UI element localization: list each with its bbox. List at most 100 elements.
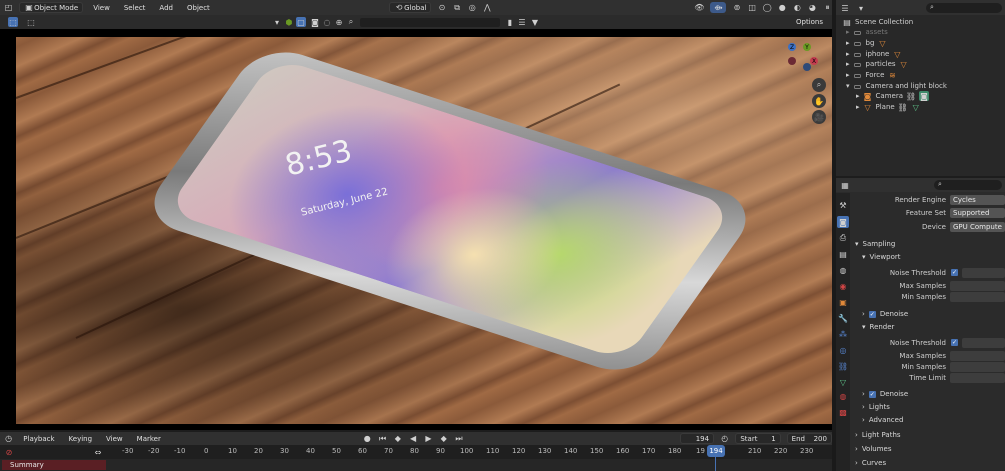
transform-orientation-dropdown[interactable]: ⟲ Global (389, 2, 432, 13)
shading-wireframe-icon[interactable]: ◯ (763, 3, 772, 13)
playhead-frame-indicator[interactable]: 194 (707, 445, 725, 457)
expand-arrow-icon[interactable]: ▸ (856, 103, 860, 111)
shading-solid-icon[interactable]: ● (778, 3, 787, 13)
light-paths-panel-header[interactable]: › Light Paths (855, 431, 901, 439)
output-tab-icon[interactable]: ⎙ (837, 232, 849, 244)
constraints-tab-icon[interactable]: ⛓ (837, 360, 849, 372)
outliner-row-force[interactable]: ▸ ▭ Force ≋ (836, 70, 1005, 80)
menu-object[interactable]: Object (183, 2, 214, 13)
display-mode-icon[interactable]: ▾ (856, 3, 866, 13)
render-denoise-header[interactable]: › ✓ Denoise (862, 390, 908, 398)
end-frame-field[interactable]: End 200 (786, 433, 832, 444)
menu-keying[interactable]: Keying (65, 433, 97, 444)
pause-icon[interactable]: ⏸ (823, 3, 832, 13)
render-max-samples-field[interactable] (950, 351, 1005, 361)
viewport-noise-threshold-checkbox[interactable]: ✓ (951, 269, 958, 276)
proportional-edit-icon[interactable]: ◎ (468, 3, 477, 13)
timeline-editor-icon[interactable]: ◷ (4, 434, 13, 444)
filter-icon[interactable]: ▼ (530, 17, 540, 27)
swap-icon[interactable]: ⇔ (93, 447, 103, 457)
selectable-filter-icon[interactable]: ▢ (296, 17, 306, 27)
viewport-search-input[interactable] (360, 18, 500, 27)
next-key-icon[interactable]: ◆ (439, 434, 448, 444)
render-denoise-checkbox[interactable]: ✓ (868, 390, 876, 398)
play-icon[interactable]: ▶ (424, 434, 433, 444)
expand-arrow-icon[interactable]: ▸ (846, 60, 850, 68)
sampling-panel-header[interactable]: ▾ Sampling (855, 240, 895, 248)
editor-type-icon[interactable]: ◰ (4, 3, 13, 13)
lights-subpanel-header[interactable]: › Lights (862, 403, 890, 411)
zoom-icon[interactable]: ⌕ (812, 78, 826, 92)
record-icon[interactable]: ● (363, 434, 372, 444)
render-tab-icon[interactable]: ◙ (837, 216, 849, 228)
select-box-icon[interactable]: ⬚ (8, 17, 18, 27)
physics-tab-icon[interactable]: ◎ (837, 344, 849, 356)
jump-end-icon[interactable]: ⏭ (454, 434, 463, 444)
clock-icon[interactable]: ◴ (720, 434, 729, 444)
expand-arrow-icon[interactable]: ▸ (846, 39, 850, 47)
pivot-icon[interactable]: ⊙ (437, 3, 446, 13)
texture-tab-icon[interactable]: ▩ (837, 406, 849, 418)
timeline-body[interactable]: Summary (0, 459, 832, 471)
object-tab-icon[interactable]: ▣ (837, 296, 849, 308)
gizmo-z-axis[interactable]: Z (788, 43, 796, 51)
outliner-editor-icon[interactable]: ☰ (840, 3, 850, 13)
xray-icon[interactable]: ◫ (748, 3, 757, 13)
menu-select[interactable]: Select (120, 2, 150, 13)
render-noise-threshold-field[interactable] (962, 338, 1005, 348)
shading-rendered-icon[interactable]: ◕ (808, 3, 817, 13)
tool-tab-icon[interactable]: ⚒ (837, 199, 849, 211)
render-min-samples-field[interactable] (950, 362, 1005, 372)
falloff-icon[interactable]: ⋀ (483, 3, 492, 13)
advanced-subpanel-header[interactable]: › Advanced (862, 416, 903, 424)
light-filter-icon[interactable]: ◌ (322, 17, 332, 27)
outliner-row-camera[interactable]: ▸ ◙ Camera ⛓ ◙ (836, 91, 1005, 101)
viewport-subpanel-header[interactable]: ▾ Viewport (862, 253, 900, 261)
bookmark-icon[interactable]: ▮ (505, 17, 515, 27)
collapse-arrow-icon[interactable]: ▾ (846, 82, 850, 90)
viewport-min-samples-field[interactable] (950, 292, 1005, 302)
shading-material-icon[interactable]: ◐ (793, 3, 802, 13)
gizmo-x-axis[interactable]: X (810, 57, 818, 65)
viewport-denoise-checkbox[interactable]: ✓ (868, 310, 876, 318)
viewport-denoise-header[interactable]: › ✓ Denoise (862, 310, 908, 318)
list-icon[interactable]: ☰ (517, 17, 527, 27)
menu-marker[interactable]: Marker (133, 433, 165, 444)
viewport-noise-threshold-field[interactable] (962, 268, 1005, 278)
outliner-search-input[interactable]: ⌕ (926, 3, 1002, 13)
expand-arrow-icon[interactable]: ▸ (856, 92, 860, 100)
particles-tab-icon[interactable]: ⁂ (837, 328, 849, 340)
start-frame-field[interactable]: Start 1 (735, 433, 781, 444)
summary-channel[interactable]: Summary (2, 460, 106, 470)
render-noise-threshold-checkbox[interactable]: ✓ (951, 339, 958, 346)
snap-icon[interactable]: ⧉ (453, 3, 462, 13)
outliner-row-assets[interactable]: ▸ ▭ assets (836, 27, 1005, 37)
gizmo-y-axis[interactable]: Y (803, 43, 811, 51)
render-engine-dropdown[interactable]: Cycles (950, 195, 1005, 205)
data-tab-icon[interactable]: ▽ (837, 376, 849, 388)
prev-key-icon[interactable]: ◆ (393, 434, 402, 444)
3d-viewport[interactable]: 8:53 Saturday, June 22 Z Y X ⌕ ✋ 🎥 (0, 29, 832, 430)
current-frame-field[interactable]: 194 (679, 433, 715, 444)
feature-set-dropdown[interactable]: Supported (950, 208, 1005, 218)
mode-dropdown[interactable]: ▣ Object Mode (19, 2, 84, 13)
world-tab-icon[interactable]: ◉ (837, 280, 849, 292)
visibility-icon[interactable]: 👁 (694, 3, 704, 13)
menu-add[interactable]: Add (155, 2, 177, 13)
view-object-types-icon[interactable]: ▾ (272, 17, 282, 27)
options-dropdown[interactable]: Options (792, 16, 827, 27)
viewport-max-samples-field[interactable] (950, 281, 1005, 291)
volumes-panel-header[interactable]: › Volumes (855, 445, 892, 453)
overlay-icon[interactable]: ⊚ (732, 3, 741, 13)
curves-panel-header[interactable]: › Curves (855, 459, 886, 467)
jump-start-icon[interactable]: ⏮ (378, 434, 387, 444)
material-tab-icon[interactable]: ◍ (837, 390, 849, 402)
gizmo-neg-x[interactable] (788, 57, 796, 65)
render-subpanel-header[interactable]: ▾ Render (862, 323, 894, 331)
expand-arrow-icon[interactable]: ▸ (846, 71, 850, 79)
object-types-filter-icon[interactable]: ⬢ (284, 17, 294, 27)
outliner-row-particles[interactable]: ▸ ▭ particles ▽ (836, 59, 1005, 69)
outliner-row-scene-collection[interactable]: ▤ Scene Collection (836, 17, 1005, 27)
camera-view-icon[interactable]: 🎥 (812, 110, 826, 124)
search-icon[interactable]: ⌕ (346, 17, 356, 27)
